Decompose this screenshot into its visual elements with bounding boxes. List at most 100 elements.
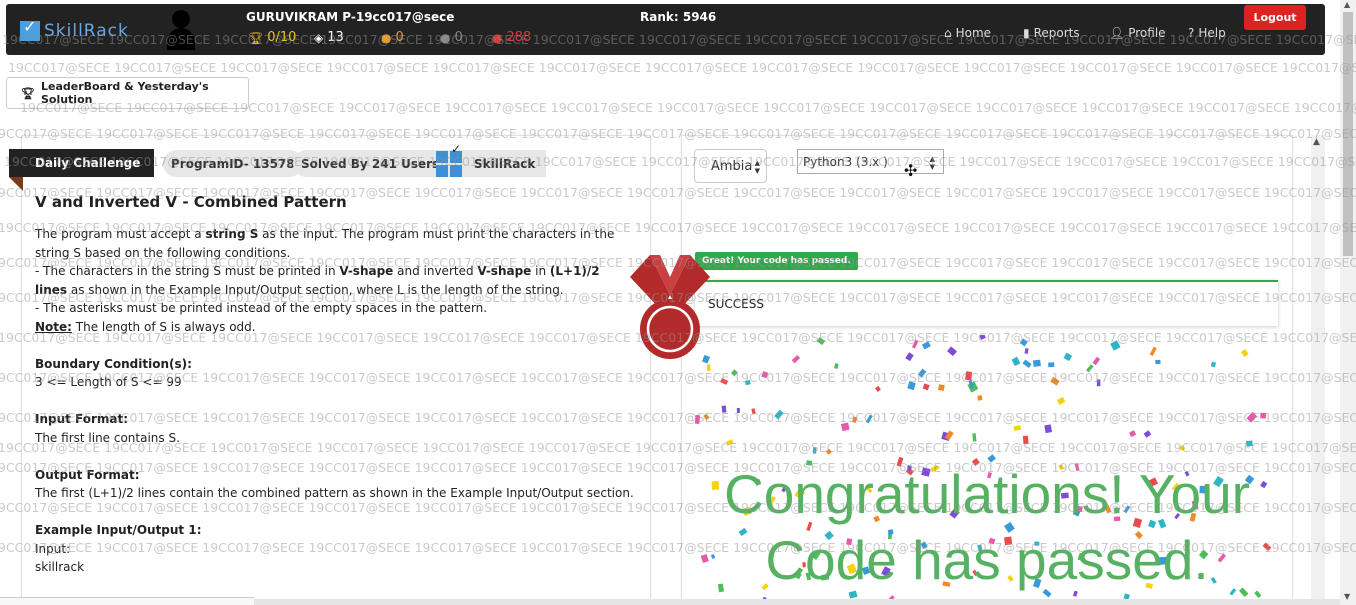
confetti-piece [1085, 364, 1094, 373]
brand-name: SkillRack [44, 21, 129, 41]
trophy-icon: 🏆︎ [21, 86, 35, 100]
nav-home[interactable]: ⌂ Home [944, 26, 991, 40]
bar-chart-icon: ▮ [1023, 26, 1030, 40]
stat-trophies: 🏆︎ 0/10 [248, 30, 297, 45]
top-navbar: SkillRack GURUVIKRAM P-19cc017@sece Rank… [6, 4, 1325, 55]
confetti-piece [695, 415, 701, 424]
confetti-piece [905, 352, 914, 362]
boundary-text: 3 <= Length of S <= 99 [35, 375, 182, 389]
skillrack-badge: ✓ SkillRack [436, 142, 547, 177]
confetti-piece [703, 413, 710, 421]
confetti-piece [1155, 359, 1161, 365]
confetti-piece [725, 439, 734, 446]
confetti-piece [965, 371, 973, 381]
solved-by-badge: Solved By 241 Users [293, 150, 448, 177]
confetti-piece [1019, 338, 1028, 347]
pass-badge: Great! Your code has passed. [695, 252, 858, 270]
select-arrows-icon: ▲ ▼ [754, 159, 760, 175]
confetti-piece [917, 368, 927, 378]
confetti-piece [1013, 425, 1022, 431]
example-input-value: skillrack [35, 560, 85, 574]
confetti-piece [921, 341, 931, 350]
confetti-piece [1143, 430, 1152, 438]
watermark-text: 19CC017@SECE 19CC017@SECE 19CC017@SECE 1… [8, 60, 1356, 75]
leaderboard-button[interactable]: 🏆︎ LeaderBoard & Yesterday's Solution [6, 77, 249, 109]
scroll-up-icon[interactable]: ▲ [1344, 0, 1350, 9]
confetti-piece [816, 337, 826, 346]
input-format-text: The first line contains S. [35, 430, 180, 445]
confetti-piece [1024, 348, 1029, 354]
bottom-tab[interactable] [0, 597, 254, 605]
theme-select[interactable]: Ambia ▲ ▼ [694, 149, 767, 183]
confetti-piece [1050, 376, 1060, 386]
confetti-piece [1011, 356, 1021, 367]
trophy-icon: 🏆︎ [248, 30, 264, 45]
nav-reports[interactable]: ▮ Reports [1023, 26, 1080, 40]
help-icon: ? [1188, 26, 1195, 40]
scroll-up-icon[interactable]: ▲ [1313, 137, 1320, 147]
confetti-piece [1022, 359, 1032, 369]
layers-icon: ◈ [314, 30, 324, 45]
nav-profile[interactable]: 👤︎ Profile [1109, 26, 1166, 40]
confetti-piece [812, 447, 817, 454]
confetti-piece [1032, 359, 1041, 367]
confetti-piece [751, 408, 756, 415]
user-icon: 👤︎ [1109, 26, 1125, 40]
language-select[interactable]: Python3 (3.x ) ▲ ▼ [797, 149, 944, 174]
confetti-piece [730, 369, 738, 377]
boundary-heading: Boundary Condition(s): [35, 356, 192, 371]
skillrack-logo[interactable]: SkillRack [20, 17, 129, 42]
select-arrows-icon: ▲ ▼ [929, 155, 935, 171]
stat-solved: ◈ 13 [314, 30, 344, 45]
bronze-medal-icon: ● [492, 30, 503, 45]
silver-medal-icon: ● [440, 30, 451, 45]
daily-challenge-badge: Daily Challenge [9, 149, 155, 177]
confetti-piece [865, 414, 873, 424]
example-heading: Example Input/Output 1: [35, 523, 202, 537]
home-icon: ⌂ [944, 26, 952, 40]
avatar[interactable] [166, 10, 195, 50]
confetti-piece [761, 371, 769, 379]
confetti-piece [721, 405, 727, 413]
confetti-piece [1179, 445, 1186, 452]
editor-scrollbar[interactable]: ▲ [1311, 135, 1325, 605]
problem-title: V and Inverted V - Combined Pattern [35, 193, 347, 211]
confetti-piece [977, 395, 983, 401]
scroll-down-icon[interactable]: ▼ [1344, 592, 1350, 601]
output-format-heading: Output Format: [35, 467, 140, 482]
logout-button[interactable]: Logout [1244, 5, 1306, 30]
medal-icon [630, 255, 710, 359]
nav-help[interactable]: ? Help [1188, 26, 1226, 40]
confetti-piece [774, 409, 784, 420]
confetti-piece [706, 364, 711, 372]
confetti-piece [1149, 346, 1157, 356]
stat-bronze: ● 288 [492, 30, 532, 45]
check-icon: ✓ [451, 142, 462, 156]
confetti-piece [1063, 352, 1073, 362]
output-format-text: The first (L+1)/2 lines contain the comb… [35, 486, 634, 500]
fullscreen-icon[interactable]: ✣ [904, 161, 917, 180]
problem-description: The program must accept a string S as th… [35, 227, 615, 334]
confetti-piece [1044, 424, 1053, 434]
confetti-piece [840, 422, 850, 432]
confetti-piece [720, 378, 729, 385]
confetti-piece [1246, 440, 1253, 447]
stat-gold: ● 0 [381, 30, 404, 45]
confetti-piece [922, 383, 930, 391]
confetti-piece [1210, 361, 1216, 368]
congrats-message: Congratulations! Your Code has passed. [724, 463, 1250, 591]
stat-silver: ● 0 [440, 30, 463, 45]
confetti-piece [744, 379, 751, 386]
confetti-piece [1048, 362, 1055, 368]
page-scrollbar[interactable]: ▲ ▼ [1340, 0, 1356, 605]
result-box: SUCCESS [695, 280, 1278, 326]
confetti-piece [1240, 349, 1249, 357]
confetti-piece [1022, 435, 1029, 445]
program-id-badge: ProgramID- 13578 [163, 150, 303, 177]
confetti-piece [1110, 340, 1121, 351]
ribbon-fold [9, 177, 23, 191]
confetti-piece [1092, 356, 1101, 366]
confetti-piece [825, 448, 832, 455]
confetti-piece [907, 381, 916, 391]
scrollbar-thumb[interactable] [1343, 12, 1353, 256]
